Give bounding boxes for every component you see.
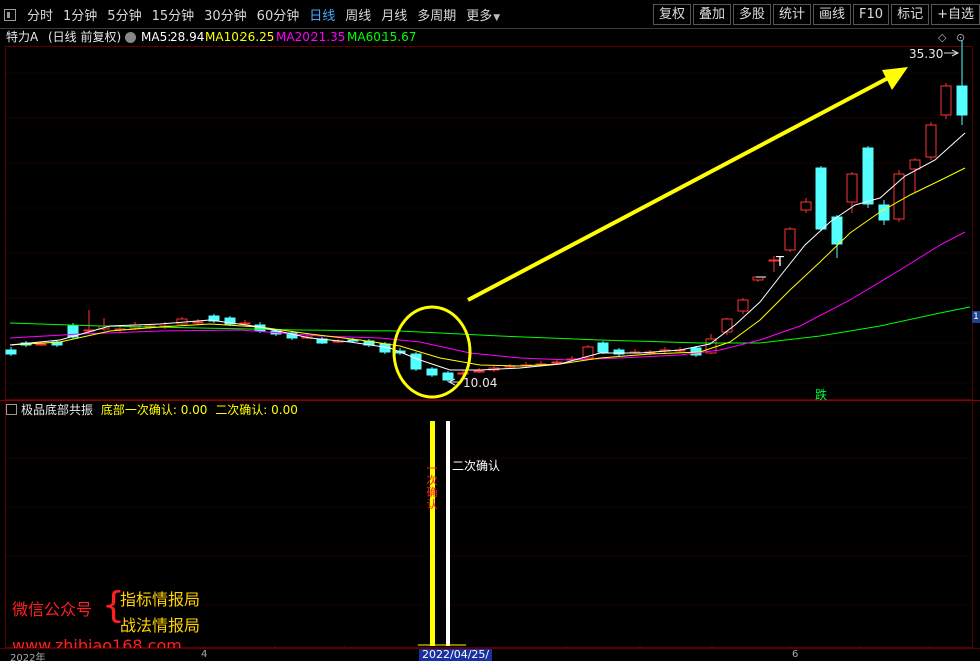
first-confirm-label: 底部一次确认: <box>100 403 177 417</box>
second-confirm-text: 二次确认 <box>452 459 500 473</box>
indicator-toggle-icon[interactable] <box>6 404 17 415</box>
candle-body <box>784 228 796 251</box>
second-confirm-bar <box>446 421 450 646</box>
ma20-line <box>9 231 966 361</box>
candle-body <box>5 349 17 355</box>
first-confirm-value: 0.00 <box>180 403 208 417</box>
candle-body <box>815 167 827 230</box>
candle-body <box>721 318 733 333</box>
candle-body <box>862 147 874 205</box>
candle-body <box>442 372 454 381</box>
right-axis-marker[interactable]: 1 <box>972 311 980 323</box>
candle-body <box>473 370 485 373</box>
uptrend-arrow-shaft <box>467 75 891 302</box>
candle-body <box>940 85 952 116</box>
watermark-line3: 战法情报局 <box>120 616 201 635</box>
candle-body <box>956 85 968 116</box>
candle-body <box>192 321 204 324</box>
candle-body <box>410 353 422 370</box>
low-price-label: 10.04 <box>463 376 497 390</box>
limit-down-marker: 跌 <box>815 388 828 402</box>
watermark-wechat: 微信公众号 <box>12 600 93 619</box>
candle-body <box>239 322 251 325</box>
candle-body <box>347 339 359 342</box>
high-price-label: 35.30 <box>909 47 943 61</box>
first-confirm-char: 次 <box>427 473 438 487</box>
candle-body <box>925 124 937 158</box>
candle-body <box>551 361 563 364</box>
candle-body <box>909 159 921 170</box>
xaxis-label-year: 2022年 <box>10 653 46 661</box>
candle-body <box>690 347 702 356</box>
indicator-name: 极品底部共振 <box>21 403 94 417</box>
xaxis-label-jun: 6 <box>792 649 799 660</box>
indicator-header: 极品底部共振 底部一次确认: 0.00 二次确认: 0.00 <box>6 402 298 418</box>
first-confirm-char: 认 <box>427 498 438 511</box>
candle-body <box>597 342 609 353</box>
second-confirm-label: 二次确认: <box>215 403 268 417</box>
candlestick-chart: T35.3010.04一次确认二次确认 <box>5 40 972 650</box>
candle-body <box>831 216 843 245</box>
candle-body <box>846 173 858 203</box>
watermark-line2: 指标情报局 <box>120 590 201 609</box>
candle-body <box>35 343 47 346</box>
candle-body <box>426 368 438 376</box>
cursor-date-label: 2022/04/25/ <box>419 649 493 661</box>
stock-chart-app: { "toolbar": { "periods": ["分时","1分钟","5… <box>0 0 980 661</box>
second-confirm-value: 0.00 <box>271 403 298 417</box>
candle-body <box>737 299 749 312</box>
first-confirm-bar <box>430 421 435 646</box>
xaxis-label-apr: 4 <box>201 649 208 660</box>
candle-t-mark: T <box>775 255 784 270</box>
candle-body <box>800 201 812 211</box>
